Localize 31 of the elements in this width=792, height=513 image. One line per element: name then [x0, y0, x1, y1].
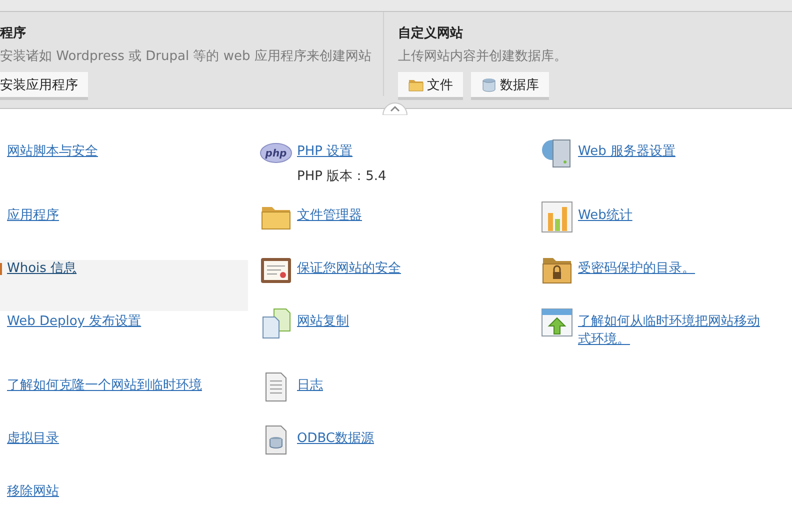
tool-link[interactable]: ODBC数据源 — [297, 430, 374, 448]
collapse-icon[interactable] — [382, 101, 408, 115]
tool-link[interactable]: Web Deploy 发布设置 — [7, 313, 142, 331]
tool-link[interactable]: PHP 设置 — [297, 143, 386, 161]
panel-button[interactable]: 数据库 — [471, 72, 549, 100]
tool-link[interactable]: Web统计 — [578, 207, 632, 225]
tool-link[interactable]: 日志 — [297, 377, 323, 395]
server-icon — [541, 137, 573, 169]
php-version-text: PHP 版本：5.4 — [297, 168, 386, 185]
copy-icon — [260, 307, 292, 339]
tool-link[interactable]: Whois 信息 — [7, 260, 77, 278]
tool-link[interactable]: 虚拟目录 — [7, 430, 59, 448]
tool-link[interactable]: 应用程序 — [7, 207, 59, 225]
panel-button[interactable]: 文件 — [398, 72, 463, 100]
tool-link[interactable]: 移除网站 — [7, 483, 59, 501]
tool-link[interactable]: 网站复制 — [297, 313, 349, 331]
tool-link[interactable]: 受密码保护的目录。 — [578, 260, 695, 278]
section-title: 程序 — [0, 24, 27, 42]
section-description: 安装诸如 Wordpress 或 Drupal 等的 web 应用程序来创建网站 — [0, 48, 372, 65]
tool-link[interactable]: 了解如何克隆一个网站到临时环境 — [7, 377, 202, 395]
tool-link[interactable]: 保证您网站的安全 — [297, 260, 401, 278]
bar-chart-icon — [541, 201, 573, 233]
tool-link[interactable]: 网站脚本与安全 — [7, 143, 98, 161]
section-title: 自定义网站 — [398, 24, 464, 42]
tool-link[interactable]: 文件管理器 — [297, 207, 362, 225]
panel-button[interactable]: 安装应用程序 — [0, 72, 88, 100]
section-description: 上传网站内容并创建数据库。 — [398, 48, 568, 65]
database-icon — [481, 76, 497, 92]
tool-link[interactable]: 了解如何从临时环境把网站移动 式环境。 — [578, 313, 760, 349]
upload-window-icon — [541, 307, 573, 339]
tool-link[interactable]: Web 服务器设置 — [578, 143, 676, 161]
